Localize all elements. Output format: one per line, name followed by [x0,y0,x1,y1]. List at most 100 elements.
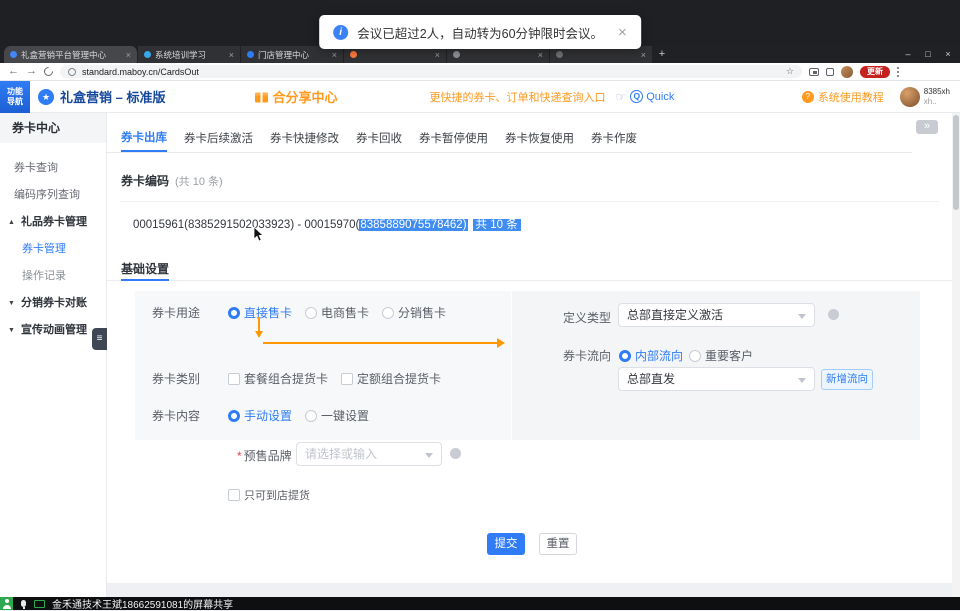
content-row: 券卡内容 手动设置 一键设置 [152,407,382,424]
tab-close-icon[interactable]: × [332,50,337,60]
checkbox-icon [341,373,353,385]
page-scrollbar[interactable] [952,113,960,597]
select-value: 总部直发 [627,372,675,386]
tab-close-icon[interactable]: × [229,50,234,60]
checkbox-store-only[interactable]: 只可到店提货 [228,487,310,503]
radio-icon [305,410,317,422]
usage-label: 券卡用途 [152,304,200,321]
group-label: 宣传动画管理 [21,324,87,336]
forward-icon[interactable]: → [26,66,37,77]
reload-icon[interactable] [42,65,55,78]
section-count: (共 10 条) [175,173,223,189]
sidebar-group-distribution[interactable]: ▼ 分销券卡对账 [0,290,106,317]
tab-close-icon[interactable]: × [641,50,646,60]
select-placeholder: 请选择或输入 [305,447,377,461]
group-label: 分销券卡对账 [21,297,87,309]
help-icon[interactable] [828,309,839,320]
tab-quick-edit[interactable]: 券卡快捷修改 [270,124,339,152]
sidebar-group-promo[interactable]: ▼ 宣传动画管理 [0,317,106,344]
code-section-header: 券卡编码 (共 10 条) [121,172,223,189]
toast-close-icon[interactable]: × [618,24,627,41]
help-icon[interactable] [450,448,461,459]
tutorial-link[interactable]: ? 系统使用教程 [802,89,884,105]
sidebar: 券卡中心 券卡查询 编码序列查询 ▲ 礼品券卡管理 券卡管理 操作记录 ▼ 分销… [0,113,107,597]
user-menu[interactable]: 8385xh xh.. [900,87,950,107]
tab-later-activate[interactable]: 券卡后续激活 [184,124,253,152]
submit-button[interactable]: 提交 [487,533,525,555]
new-tab-button[interactable]: + [653,46,671,63]
sidebar-item-card-query[interactable]: 券卡查询 [0,155,106,182]
radio-internal-flow[interactable]: 内部流向 [619,347,683,364]
window-close-icon[interactable]: × [938,49,958,59]
quick-q-icon[interactable]: Q [630,90,643,103]
extensions-icon[interactable] [826,68,834,76]
select-value: 总部直接定义激活 [627,308,723,322]
share-center-link[interactable]: 合分享中心 [255,87,337,106]
brand-select[interactable]: 请选择或输入 [296,442,442,466]
sidebar-collapse-handle[interactable]: ≡ [92,328,107,350]
maximize-icon[interactable]: □ [918,49,938,59]
flow-row: 券卡流向 内部流向 重要客户 [563,347,766,364]
radio-label: 内部流向 [635,347,683,364]
radio-label: 手动设置 [244,407,292,424]
favicon [247,51,254,58]
user-name: 8385xh [924,87,950,97]
gift-icon [255,90,268,103]
sidebar-group-gift-cards[interactable]: ▲ 礼品券卡管理 [0,209,106,236]
triangle-down-icon: ▼ [8,300,15,307]
tab-pause[interactable]: 券卡暂停使用 [419,124,488,152]
tab-close-icon[interactable]: × [435,50,440,60]
tab-label: 系统培训学习 [155,49,225,61]
scrollbar-thumb[interactable] [953,115,959,210]
def-type-select[interactable]: 总部直接定义激活 [618,303,815,327]
flow-select[interactable]: 总部直发 [618,367,815,391]
browser-tab-1[interactable]: 礼盒营销平台管理中心 × [4,46,138,63]
radio-oneclick-set[interactable]: 一键设置 [305,407,369,424]
logo-line2: 导航 [7,97,23,107]
tab-label: 礼盒营销平台管理中心 [21,49,122,61]
chevron-down-icon [798,314,806,319]
favicon [453,51,460,58]
back-icon[interactable]: ← [8,66,19,77]
checkbox-icon [228,489,240,501]
nav-logo[interactable]: 功能 导航 [0,81,30,113]
checkbox-fixed-amount-card[interactable]: 定额组合提货卡 [341,370,441,387]
promo-text: 更快捷的券卡、订单和快递查询入口 [429,89,605,105]
tab-void[interactable]: 券卡作废 [591,124,637,152]
quick-link[interactable]: Quick [646,91,674,103]
info-icon: i [333,25,348,40]
reset-button[interactable]: 重置 [539,533,577,555]
update-button[interactable]: 更新 [860,66,890,78]
sidebar-item-code-query[interactable]: 编码序列查询 [0,182,106,209]
annotation-arrow [252,316,514,352]
favicon [350,51,357,58]
radio-manual-set[interactable]: 手动设置 [228,407,292,424]
sidebar-item-op-log[interactable]: 操作记录 [0,263,106,290]
pip-icon[interactable] [809,68,819,76]
tab-close-icon[interactable]: × [538,50,543,60]
checkbox-combo-card[interactable]: 套餐组合提货卡 [228,370,328,387]
browser-tab-2[interactable]: 系统培训学习 × [138,46,241,63]
browser-menu-icon[interactable] [897,67,899,77]
browser-profile-avatar[interactable] [841,66,853,78]
panel-collapse-icon[interactable]: » [916,120,938,134]
radio-vip-customer[interactable]: 重要客户 [689,347,753,364]
tab-recycle[interactable]: 券卡回收 [356,124,402,152]
sidebar-item-card-manage[interactable]: 券卡管理 [0,236,106,263]
tab-close-icon[interactable]: × [126,50,131,60]
radio-icon [689,350,701,362]
chevron-down-icon [425,453,433,458]
code-prefix: 00015961(8385291502033923) - 00015970( [133,219,359,231]
app-header: 功能 导航 ★ 礼盒营销 – 标准版 合分享中心 更快捷的券卡、订单和快递查询入… [0,81,960,113]
site-info-icon[interactable] [68,68,76,76]
add-flow-button[interactable]: 新增流向 [821,369,873,390]
bookmark-star-icon[interactable]: ☆ [786,67,794,76]
tab-resume[interactable]: 券卡恢复使用 [505,124,574,152]
minimize-icon[interactable]: – [898,49,918,59]
main-content: » 券卡出库 券卡后续激活 券卡快捷修改 券卡回收 券卡暂停使用 券卡恢复使用 … [107,113,952,583]
tab-card-out[interactable]: 券卡出库 [121,124,167,152]
sidebar-title: 券卡中心 [0,113,106,143]
flow-label: 券卡流向 [563,347,611,364]
tab-label: 门店管理中心 [258,49,328,61]
url-input[interactable]: standard.maboy.cn/CardsOut ☆ [60,65,802,78]
